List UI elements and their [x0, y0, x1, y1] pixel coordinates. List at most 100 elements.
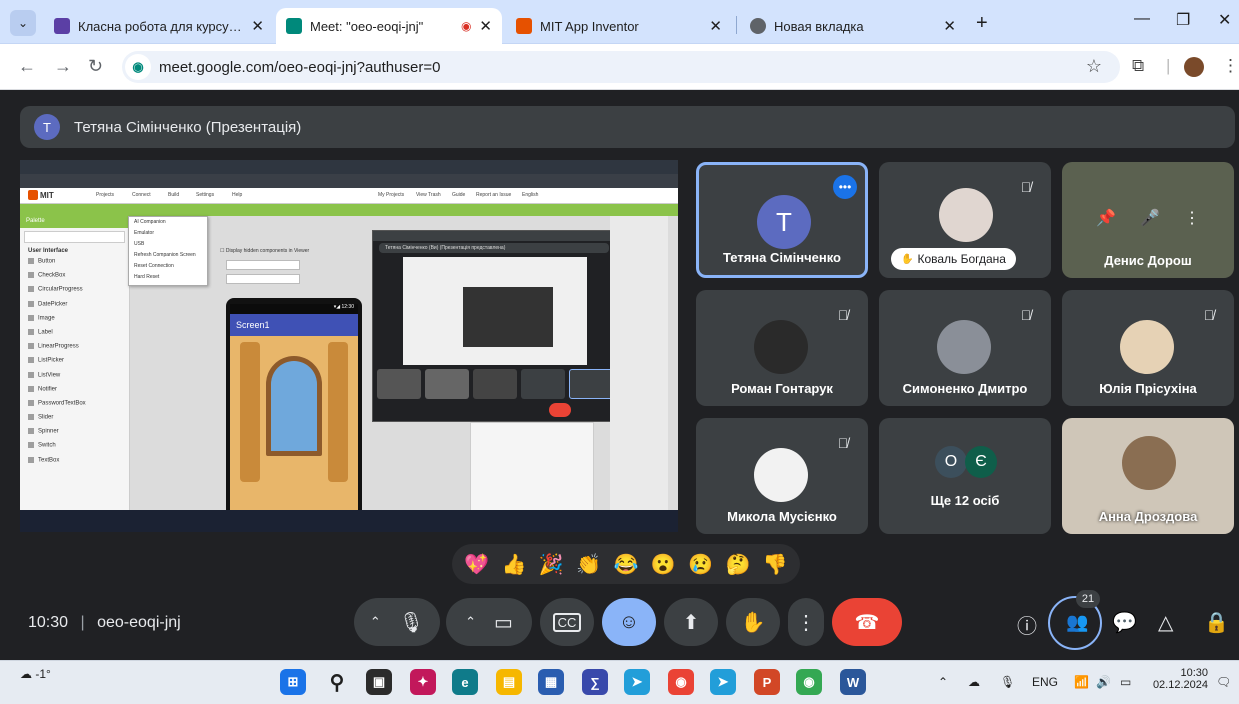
palette-item[interactable]: Switch	[20, 440, 129, 454]
battery-icon[interactable]: ▭	[1120, 675, 1131, 689]
store-icon[interactable]: ▦	[538, 669, 564, 695]
palette-item[interactable]: Label	[20, 327, 129, 341]
language-indicator[interactable]: ENG	[1032, 675, 1058, 689]
more-options-icon[interactable]: ⋮	[1184, 208, 1200, 228]
close-window-icon[interactable]: ✕	[1218, 10, 1231, 30]
right-menu-4[interactable]: Report an Issue	[476, 192, 511, 198]
menu-settings[interactable]: Settings	[196, 192, 214, 198]
participant-tile[interactable]: 📌 🎤 ⋮ Денис Дорош	[1062, 162, 1234, 278]
participant-tile[interactable]: 🎙̸ Микола Мусієнко	[696, 418, 868, 534]
wifi-icon[interactable]: 📶	[1074, 675, 1089, 689]
camera-control[interactable]: ⌃ ▭	[446, 598, 532, 646]
volume-icon[interactable]: 🔊	[1096, 675, 1111, 689]
onedrive-icon[interactable]: ☁	[968, 675, 980, 689]
telegram-icon[interactable]: ➤	[710, 669, 736, 695]
word-icon[interactable]: W	[840, 669, 866, 695]
palette-item[interactable]: LinearProgress	[20, 341, 129, 355]
palette-item[interactable]: DatePicker	[20, 299, 129, 313]
connect-menu-item[interactable]: Emulator	[129, 228, 207, 239]
microphone-icon[interactable]: 🎙	[399, 610, 424, 635]
present-button[interactable]: ⬆	[664, 598, 718, 646]
weather-widget[interactable]: ☁ -1°	[20, 667, 51, 681]
connect-menu-item[interactable]: Reset Connection	[129, 261, 207, 272]
microphone-control[interactable]: ⌃ 🎙	[354, 598, 440, 646]
right-menu-1[interactable]: My Projects	[378, 192, 404, 198]
activities-icon[interactable]: △	[1158, 610, 1173, 635]
close-icon[interactable]: ✕	[943, 17, 956, 35]
edge-icon[interactable]: e	[452, 669, 478, 695]
reactions-button[interactable]: ☺	[602, 598, 656, 646]
captions-button[interactable]: CC	[540, 598, 594, 646]
profile-avatar[interactable]	[1184, 57, 1204, 77]
palette-item[interactable]: CircularProgress	[20, 284, 129, 298]
participant-tile[interactable]: 🎙̸ Юлія Прісухіна	[1062, 290, 1234, 406]
connect-menu-item[interactable]: Hard Reset	[129, 272, 207, 283]
powerpoint-icon[interactable]: P	[754, 669, 780, 695]
new-tab-button[interactable]: +	[976, 12, 988, 35]
chrome-icon[interactable]: ◉	[668, 669, 694, 695]
thumbs-down-reaction-icon[interactable]: 👎	[763, 552, 788, 577]
file-explorer-icon[interactable]: ▤	[496, 669, 522, 695]
others-tile[interactable]: О Є Ще 12 осіб	[879, 418, 1051, 534]
surprised-reaction-icon[interactable]: 😮	[651, 552, 676, 577]
telegram-icon[interactable]: ➤	[624, 669, 650, 695]
connect-menu-item[interactable]: USB	[129, 239, 207, 250]
theme-select[interactable]	[226, 274, 300, 284]
forward-icon[interactable]: →	[54, 56, 72, 77]
task-view-icon[interactable]: ▣	[366, 669, 392, 695]
palette-search[interactable]	[24, 231, 125, 243]
tab-app-inventor[interactable]: MIT App Inventor ✕	[506, 8, 732, 44]
participant-tile[interactable]: 🎙̸ Симоненко Дмитро	[879, 290, 1051, 406]
chat-icon[interactable]: 💬	[1112, 610, 1137, 635]
right-menu-3[interactable]: Guide	[452, 192, 465, 198]
host-controls-icon[interactable]: 🔒	[1204, 610, 1229, 635]
thumbs-up-reaction-icon[interactable]: 👍	[502, 552, 527, 577]
menu-connect[interactable]: Connect	[132, 192, 151, 198]
start-icon[interactable]: ⊞	[280, 669, 306, 695]
chevron-up-icon[interactable]: ⌃	[370, 614, 381, 630]
right-menu-2[interactable]: View Trash	[416, 192, 441, 198]
menu-build[interactable]: Build	[168, 192, 179, 198]
meeting-info-icon[interactable]: ⓘ	[1017, 610, 1037, 639]
thinking-reaction-icon[interactable]: 🤔	[726, 552, 751, 577]
sad-reaction-icon[interactable]: 😢	[688, 552, 713, 577]
leave-call-button[interactable]: ☎	[832, 598, 902, 646]
tab-search-button[interactable]: ⌄	[10, 10, 36, 36]
connect-menu-item[interactable]: Refresh Companion Screen	[129, 250, 207, 261]
chrome-icon[interactable]: ◉	[796, 669, 822, 695]
palette-item[interactable]: ListView	[20, 370, 129, 384]
tab-classroom[interactable]: Класна робота для курсу "Алг ✕	[44, 8, 274, 44]
right-menu-5[interactable]: English	[522, 192, 538, 198]
clock[interactable]: 10:30 02.12.2024	[1148, 667, 1208, 691]
shared-screen[interactable]: MIT Projects Connect Build Settings Help…	[20, 160, 678, 532]
palette-item[interactable]: Button	[20, 256, 129, 270]
chevron-up-icon[interactable]: ⌃	[465, 614, 476, 630]
minimize-icon[interactable]: —	[1134, 10, 1150, 28]
tab-meet[interactable]: Meet: "oeo-eoqi-jnj" ◉ ✕	[276, 8, 502, 44]
menu-help[interactable]: Help	[232, 192, 242, 198]
raise-hand-button[interactable]: ✋	[726, 598, 780, 646]
palette-item[interactable]: ListPicker	[20, 355, 129, 369]
camera-icon[interactable]: ▭	[494, 610, 513, 635]
more-options-button[interactable]: ⋮	[788, 598, 824, 646]
restore-icon[interactable]: ❐	[1176, 10, 1190, 30]
close-icon[interactable]: ✕	[709, 17, 722, 35]
pin-icon[interactable]: 📌	[1096, 208, 1116, 228]
participant-tile[interactable]: Анна Дроздова	[1062, 418, 1234, 534]
maths-app-icon[interactable]: ∑	[582, 669, 608, 695]
participant-tile[interactable]: T ••• Тетяна Сімінченко	[696, 162, 868, 278]
chevron-up-icon[interactable]: ⌃	[938, 675, 948, 689]
palette-item[interactable]: CheckBox	[20, 270, 129, 284]
clap-reaction-icon[interactable]: 👏	[576, 552, 601, 577]
laugh-reaction-icon[interactable]: 😂	[614, 552, 639, 577]
close-icon[interactable]: ✕	[251, 17, 264, 35]
connect-menu-item[interactable]: AI Companion	[129, 217, 207, 228]
palette-item[interactable]: Notifier	[20, 384, 129, 398]
site-info-icon[interactable]: ◉	[125, 54, 151, 80]
palette-item[interactable]: Slider	[20, 412, 129, 426]
palette-item[interactable]: PasswordTextBox	[20, 398, 129, 412]
palette-item[interactable]: Spinner	[20, 426, 129, 440]
extensions-icon[interactable]: ⧉	[1132, 56, 1144, 76]
tab-new-tab[interactable]: Новая вкладка ✕	[740, 8, 966, 44]
participant-tile[interactable]: 🎙̸ ✋ Коваль Богдана	[879, 162, 1051, 278]
